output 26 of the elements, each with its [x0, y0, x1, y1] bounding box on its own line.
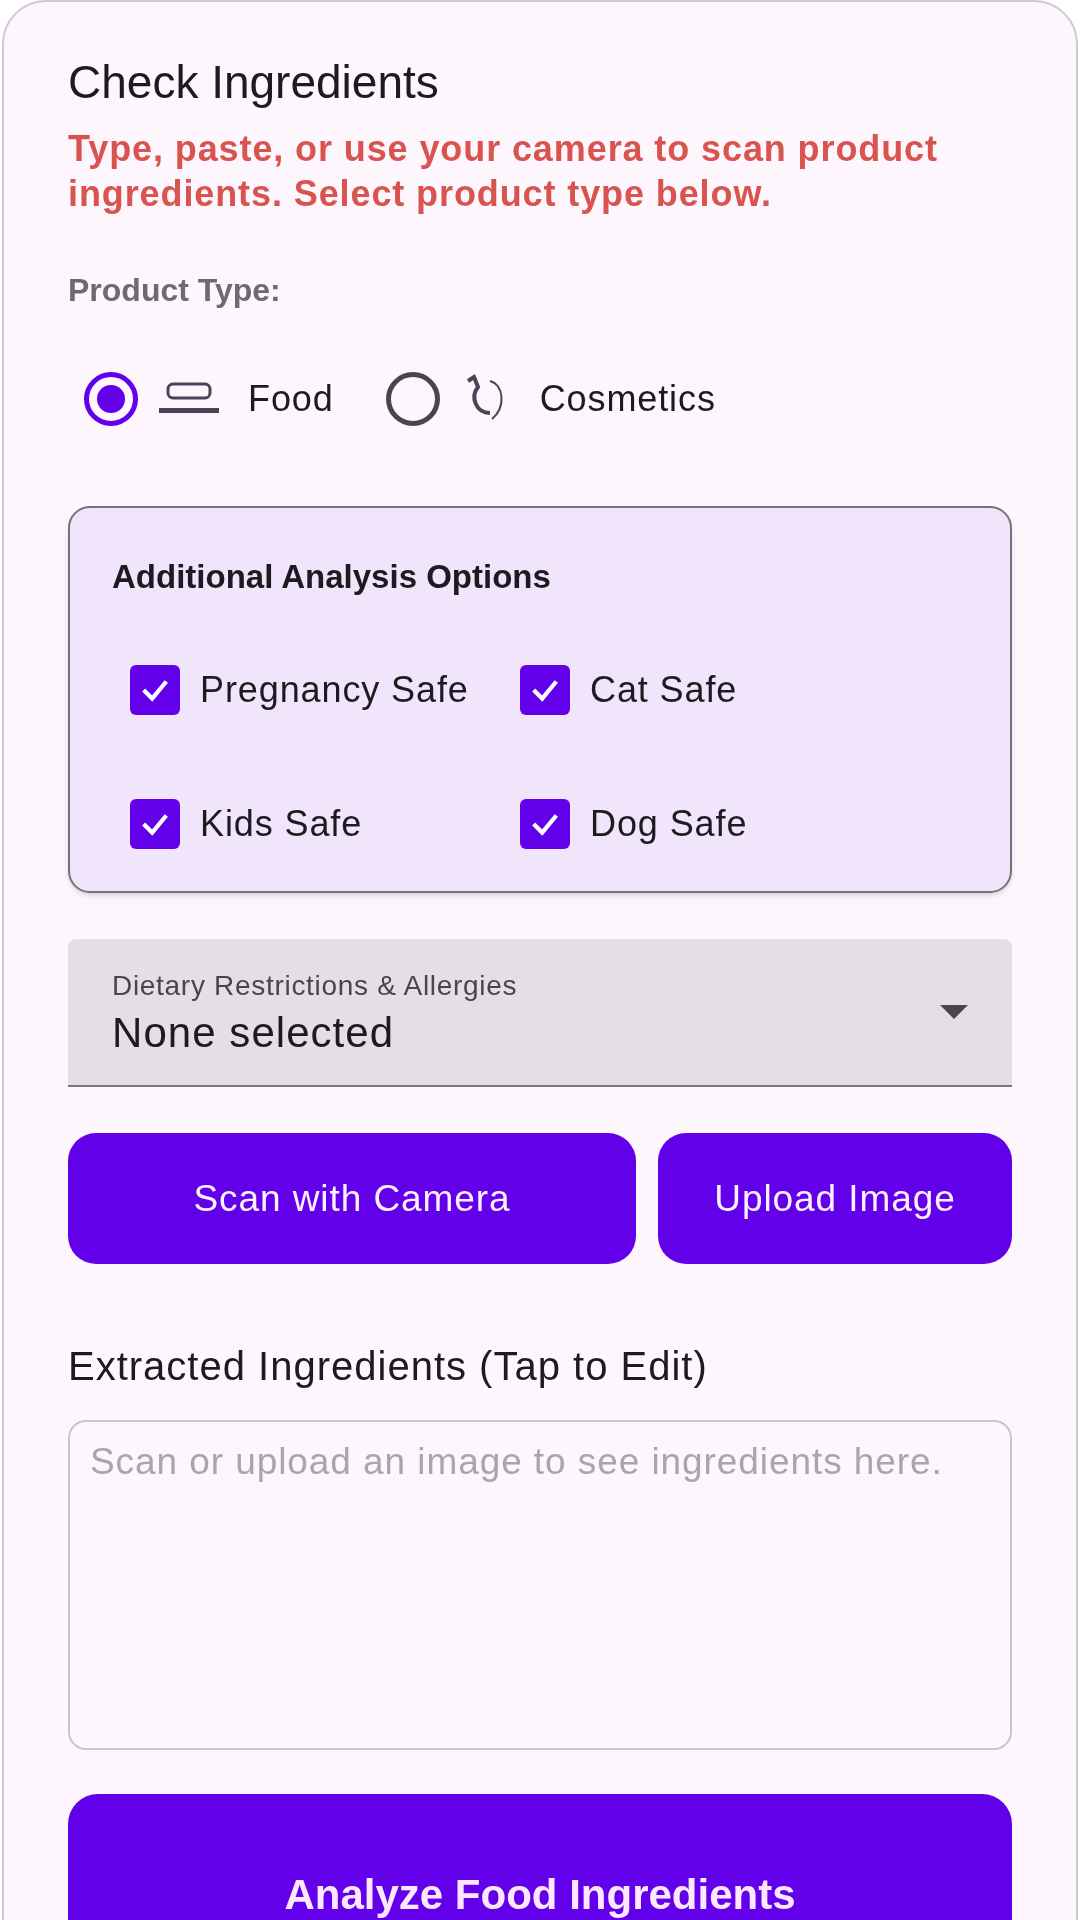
radio-label: Cosmetics — [539, 376, 716, 421]
checkbox-label: Dog Safe — [590, 802, 748, 846]
ingredients-field[interactable]: Scan or upload an image to see ingredients here. — [68, 1420, 1012, 1750]
page-title: Check Ingredients — [68, 55, 440, 110]
action-button[interactable]: Upload Image — [658, 1133, 1012, 1264]
checkbox[interactable] — [520, 665, 570, 715]
analyze-button[interactable]: Analyze Food Ingredients — [68, 1794, 1012, 1920]
checkbox[interactable] — [130, 799, 180, 849]
dropdown-label: Dietary Restrictions & Allergies — [112, 968, 518, 1003]
action-button[interactable]: Scan with Camera — [68, 1133, 636, 1264]
checkbox[interactable] — [520, 799, 570, 849]
ingredients-label: Extracted Ingredients (Tap to Edit) — [68, 1343, 709, 1390]
checkbox-label: Cat Safe — [590, 668, 738, 712]
checkbox-label: Pregnancy Safe — [200, 668, 469, 712]
dietary-dropdown[interactable]: Dietary Restrictions & Allergies None selected — [68, 939, 1012, 1087]
checkbox[interactable] — [130, 665, 180, 715]
radio-button[interactable] — [84, 371, 138, 426]
dropdown-value: None selected — [112, 1007, 396, 1058]
options-heading: Additional Analysis Options — [112, 556, 552, 597]
tray-icon — [158, 381, 220, 416]
dropdown-caret-icon — [940, 1005, 968, 1019]
instructions-text: Type, paste, or use your camera to scan product ingredients. Select product type below. — [68, 126, 939, 216]
radio-label: Food — [248, 376, 334, 421]
product-type-label: Product Type: — [68, 270, 282, 310]
checkbox-label: Kids Safe — [200, 802, 363, 846]
radio-button[interactable] — [385, 371, 440, 426]
